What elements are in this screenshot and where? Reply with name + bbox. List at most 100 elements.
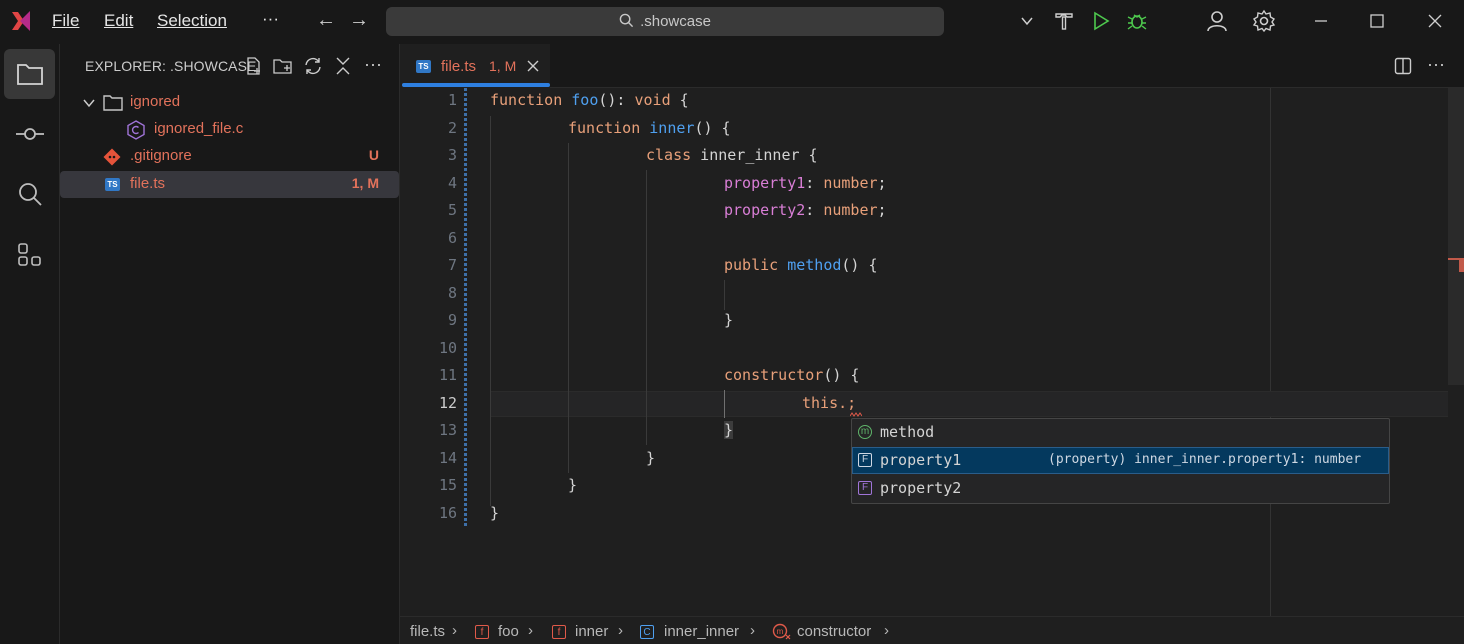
maximize-icon[interactable] [1370,14,1384,28]
code-line-15: } [568,476,578,494]
field-symbol-icon: F [858,481,872,495]
indent-guide [646,170,647,445]
suggest-item-property1[interactable]: F property1 (property) inner_inner.prope… [852,447,1389,474]
explorer-sidebar: EXPLORER: .SHOWCASE ··· ignored ignored_… [60,44,400,644]
code-line-9: } [724,311,734,329]
autocomplete-suggest-widget: m method F property1 (property) inner_in… [851,418,1390,504]
breadcrumb-foo[interactable]: foo [498,623,519,640]
gutter-modified-indicator [464,88,467,526]
editor-ruler [1270,88,1271,616]
editor-scrollbar[interactable] [1448,88,1464,385]
settings-gear-icon[interactable] [1252,9,1276,33]
breadcrumb-separator: › [528,622,533,639]
collapse-all-icon[interactable] [334,56,352,76]
explorer-title: EXPLORER: .SHOWCASE [85,58,257,74]
breadcrumb-file[interactable]: file.ts [410,623,445,640]
method-symbol-icon: m [858,425,872,439]
menu-file[interactable]: File [52,11,79,31]
code-line-7: public method() { [724,256,878,274]
overview-ruler-error [1459,258,1464,272]
editor-tab-bar [400,44,1464,88]
line-number: 4 [447,174,457,192]
line-number: 6 [447,229,457,247]
function-symbol-icon: f [475,625,489,639]
app-logo-icon [12,11,30,31]
menu-selection[interactable]: Selection [157,11,227,31]
menu-edit[interactable]: Edit [104,11,133,31]
back-arrow-icon[interactable]: ← [316,9,336,32]
command-search-box[interactable]: .showcase [386,7,944,36]
breadcrumb-inner[interactable]: inner [575,623,608,640]
tree-file-file-ts[interactable]: TS file.ts 1, M [60,171,399,198]
line-number: 1 [447,91,457,109]
activity-bar [0,44,60,644]
breadcrumb-separator: › [618,622,623,639]
tab-close-icon[interactable] [526,59,540,73]
code-line-1: function foo(): void { [490,91,689,109]
tree-file-gitignore[interactable]: .gitignore U [60,143,399,170]
breadcrumb-separator: › [750,622,755,639]
code-line-5: property2: number; [724,201,887,219]
class-symbol-icon: C [640,625,654,639]
breadcrumb-separator: › [452,622,457,639]
tree-folder-ignored[interactable]: ignored [60,89,399,116]
account-icon[interactable] [1205,9,1229,33]
close-icon[interactable] [1428,14,1442,28]
refresh-icon[interactable] [302,56,324,76]
search-view-icon[interactable] [17,181,43,207]
hammer-icon[interactable] [1054,11,1074,31]
typescript-file-icon: TS [105,178,120,191]
breadcrumb-inner-inner[interactable]: inner_inner [664,623,739,640]
chevron-down-icon[interactable] [1020,14,1034,28]
new-file-icon[interactable] [244,56,264,76]
tree-file-ignored-file-c[interactable]: ignored_file.c [60,116,399,143]
line-number: 3 [447,146,457,164]
line-number: 14 [438,449,457,467]
extensions-icon[interactable] [17,242,43,268]
svg-text:m: m [777,627,784,636]
line-number: 11 [438,366,457,384]
field-symbol-icon: F [858,453,872,467]
folder-icon [103,95,123,111]
suggest-item-method[interactable]: m method [852,419,1389,446]
code-line-14: } [646,449,656,467]
title-bar: File Edit Selection ··· ← → .showcase [0,0,1464,44]
source-control-icon[interactable] [15,124,45,144]
code-line-13: } [724,421,734,439]
line-number: 8 [447,284,457,302]
code-line-16: } [490,504,500,522]
indent-guide [490,116,491,506]
more-actions-icon[interactable]: ··· [364,54,382,75]
tab-file-ts[interactable]: TS file.ts 1, M [400,44,550,88]
line-number: 13 [438,421,457,439]
search-icon [619,13,634,28]
code-editor[interactable] [400,88,1464,616]
run-icon[interactable] [1092,11,1110,31]
suggest-detail: (property) inner_inner.property1: number [1048,452,1362,467]
debug-icon[interactable] [1126,10,1148,32]
function-symbol-icon: f [552,625,566,639]
line-number: 5 [447,201,457,219]
typescript-file-icon: TS [416,60,431,73]
menu-more[interactable]: ··· [262,9,279,29]
git-status-badge: U [368,147,379,163]
line-number: 15 [438,476,457,494]
activity-explorer[interactable] [4,49,55,99]
breadcrumb-constructor[interactable]: constructor [797,623,871,640]
chevron-down-icon [83,99,95,108]
forward-arrow-icon[interactable]: → [349,9,369,32]
suggest-item-property2[interactable]: F property2 [852,475,1389,502]
problems-modified-badge: 1, M [351,175,379,191]
split-editor-icon[interactable] [1394,57,1412,75]
tab-label: file.ts [441,58,477,75]
error-squiggle [850,412,862,417]
new-folder-icon[interactable] [272,56,294,76]
code-line-4: property1: number; [724,174,887,192]
code-line-2: function inner() { [568,119,731,137]
c-file-icon [127,120,145,140]
editor-more-actions-icon[interactable]: ··· [1427,54,1445,75]
minimize-icon[interactable] [1314,14,1328,28]
indent-guide [724,280,725,310]
indent-guide [568,143,569,473]
line-number-active: 12 [438,394,457,412]
